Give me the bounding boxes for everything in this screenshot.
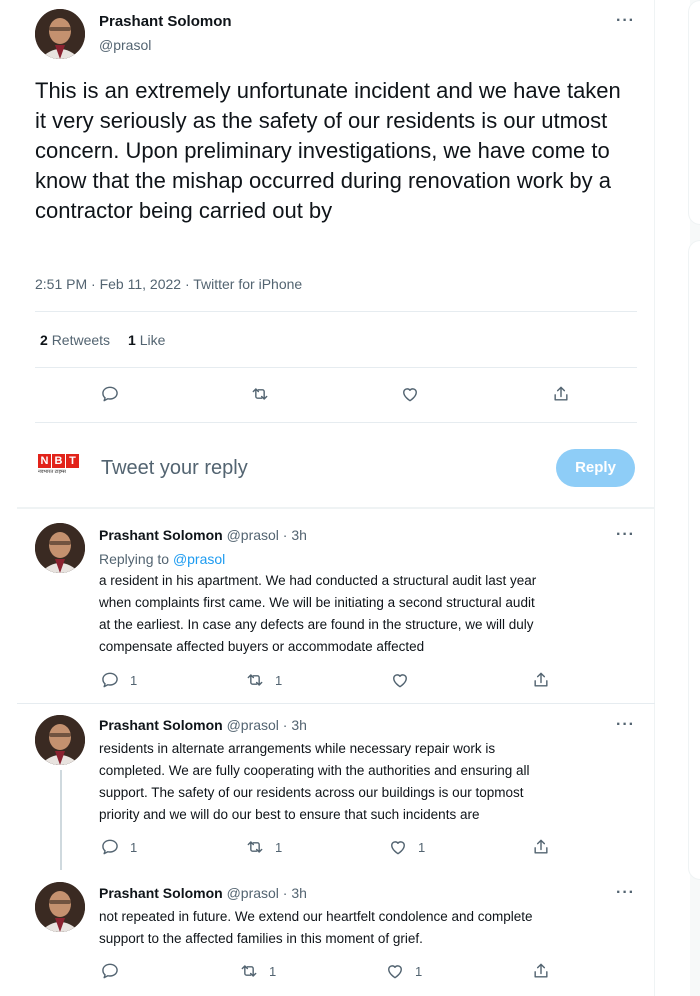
retweet-count: 1: [269, 963, 277, 979]
share-button[interactable]: [531, 961, 551, 981]
reply-text-line: when complaints first came. We will be i…: [99, 595, 535, 610]
nbt-logo-subtext: नवभारत टाइम्स: [38, 469, 66, 475]
retweets-label: Retweets: [51, 332, 111, 348]
retweet-button[interactable]: 1: [245, 670, 282, 690]
tweet-timestamp[interactable]: 2:51 PM · Feb 11, 2022 · Twitter for iPh…: [35, 276, 302, 292]
divider: [17, 507, 655, 509]
reply-icon: [102, 839, 118, 855]
reply-count: 1: [130, 672, 138, 688]
side-card: [688, 240, 700, 880]
reply-text-line: completed. We are fully cooperating with…: [99, 763, 530, 778]
like-count: 1: [418, 839, 426, 855]
more-icon[interactable]: ···: [616, 884, 635, 902]
reply-button[interactable]: 1: [100, 837, 137, 857]
reply-avatar[interactable]: [35, 523, 85, 573]
share-icon: [534, 839, 548, 854]
reply-avatar[interactable]: [35, 715, 85, 765]
retweet-button[interactable]: 1: [245, 837, 282, 857]
divider: [17, 703, 655, 704]
author-handle[interactable]: @prasol: [99, 37, 151, 53]
reply-author-name[interactable]: Prashant Solomon: [99, 527, 223, 543]
share-icon: [534, 672, 548, 687]
reply-meta[interactable]: @prasol · 3h: [227, 885, 307, 901]
divider: [35, 422, 637, 423]
likes-label: Like: [139, 332, 166, 348]
share-icon: [534, 963, 548, 978]
reply-meta[interactable]: @prasol · 3h: [227, 527, 307, 543]
retweet-icon: [241, 965, 257, 977]
reply-icon: [102, 963, 118, 979]
reply-text-line: priority and we will do our best to ensu…: [99, 807, 480, 822]
replying-to-handle[interactable]: @prasol: [173, 551, 225, 567]
reply-submit-button[interactable]: Reply: [556, 449, 635, 487]
reply-header: Prashant Solomon @prasol · 3h: [99, 717, 307, 733]
retweet-count: 1: [275, 839, 283, 855]
like-icon: [388, 965, 402, 979]
like-icon: [393, 674, 407, 688]
retweet-count: 1: [275, 672, 283, 688]
tweet-text: This is an extremely unfortunate inciden…: [35, 78, 621, 223]
replying-prefix: Replying to: [99, 551, 170, 567]
share-button[interactable]: [531, 670, 551, 690]
retweet-icon: [247, 674, 263, 686]
reply-icon: [102, 386, 118, 402]
reply-text-line: compensate affected buyers or accommodat…: [99, 639, 425, 654]
side-card: [688, 0, 700, 225]
retweet-icon: [252, 388, 268, 400]
reply-text-line: not repeated in future. We extend our he…: [99, 909, 533, 924]
reply-author-name[interactable]: Prashant Solomon: [99, 717, 223, 733]
like-icon: [403, 388, 417, 402]
reply-text-line: support to the affected families in this…: [99, 931, 423, 946]
reply-input[interactable]: Tweet your reply: [101, 457, 248, 480]
retweets-link[interactable]: 2 Retweets: [40, 332, 110, 348]
like-button[interactable]: [400, 384, 420, 404]
more-icon[interactable]: ···: [616, 12, 635, 30]
retweet-button[interactable]: 1: [239, 961, 276, 981]
retweet-button[interactable]: [250, 384, 270, 404]
reply-text-line: residents in alternate arrangements whil…: [99, 741, 496, 756]
nbt-letter: T: [66, 454, 79, 468]
more-icon[interactable]: ···: [616, 526, 635, 544]
divider: [35, 367, 637, 368]
like-button[interactable]: 1: [385, 961, 422, 981]
reply-icon: [102, 672, 118, 688]
reply-count: 1: [130, 839, 138, 855]
share-button[interactable]: [551, 384, 571, 404]
reply-text-line: at the earliest. In case any defects are…: [99, 617, 534, 632]
nbt-logo[interactable]: NBT नवभारत टाइम्स: [38, 454, 83, 476]
like-button[interactable]: [390, 670, 420, 690]
like-icon: [391, 841, 405, 855]
author-name[interactable]: Prashant Solomon: [99, 13, 232, 30]
reply-button[interactable]: 1: [100, 670, 137, 690]
reply-button[interactable]: [100, 384, 120, 404]
nbt-letter: B: [52, 454, 65, 468]
reply-header: Prashant Solomon @prasol · 3h: [99, 885, 307, 901]
reply-author-name[interactable]: Prashant Solomon: [99, 885, 223, 901]
nbt-letter: N: [38, 454, 51, 468]
reply-text-line: a resident in his apartment. We had cond…: [99, 573, 537, 588]
author-avatar[interactable]: [35, 9, 85, 59]
retweet-icon: [247, 841, 263, 853]
likes-count: 1: [128, 332, 136, 348]
reply-text: not repeated in future. We extend our he…: [99, 906, 629, 950]
reply-header: Prashant Solomon @prasol · 3h: [99, 527, 307, 543]
share-icon: [554, 386, 568, 401]
reply-text-line: support. The safety of our residents acr…: [99, 785, 524, 800]
thread-line: [60, 770, 62, 870]
likes-link[interactable]: 1 Like: [128, 332, 165, 348]
divider: [35, 311, 637, 312]
more-icon[interactable]: ···: [616, 716, 635, 734]
like-count: 1: [415, 963, 423, 979]
reply-text: a resident in his apartment. We had cond…: [99, 570, 629, 658]
replying-to: Replying to @prasol: [99, 551, 225, 567]
reply-text: residents in alternate arrangements whil…: [99, 738, 629, 826]
reply-meta[interactable]: @prasol · 3h: [227, 717, 307, 733]
like-button[interactable]: 1: [388, 837, 425, 857]
retweets-count: 2: [40, 332, 48, 348]
share-button[interactable]: [531, 837, 551, 857]
tweet-stats: 2 Retweets 1 Like: [40, 332, 165, 348]
reply-avatar[interactable]: [35, 882, 85, 932]
reply-button[interactable]: [100, 961, 130, 981]
